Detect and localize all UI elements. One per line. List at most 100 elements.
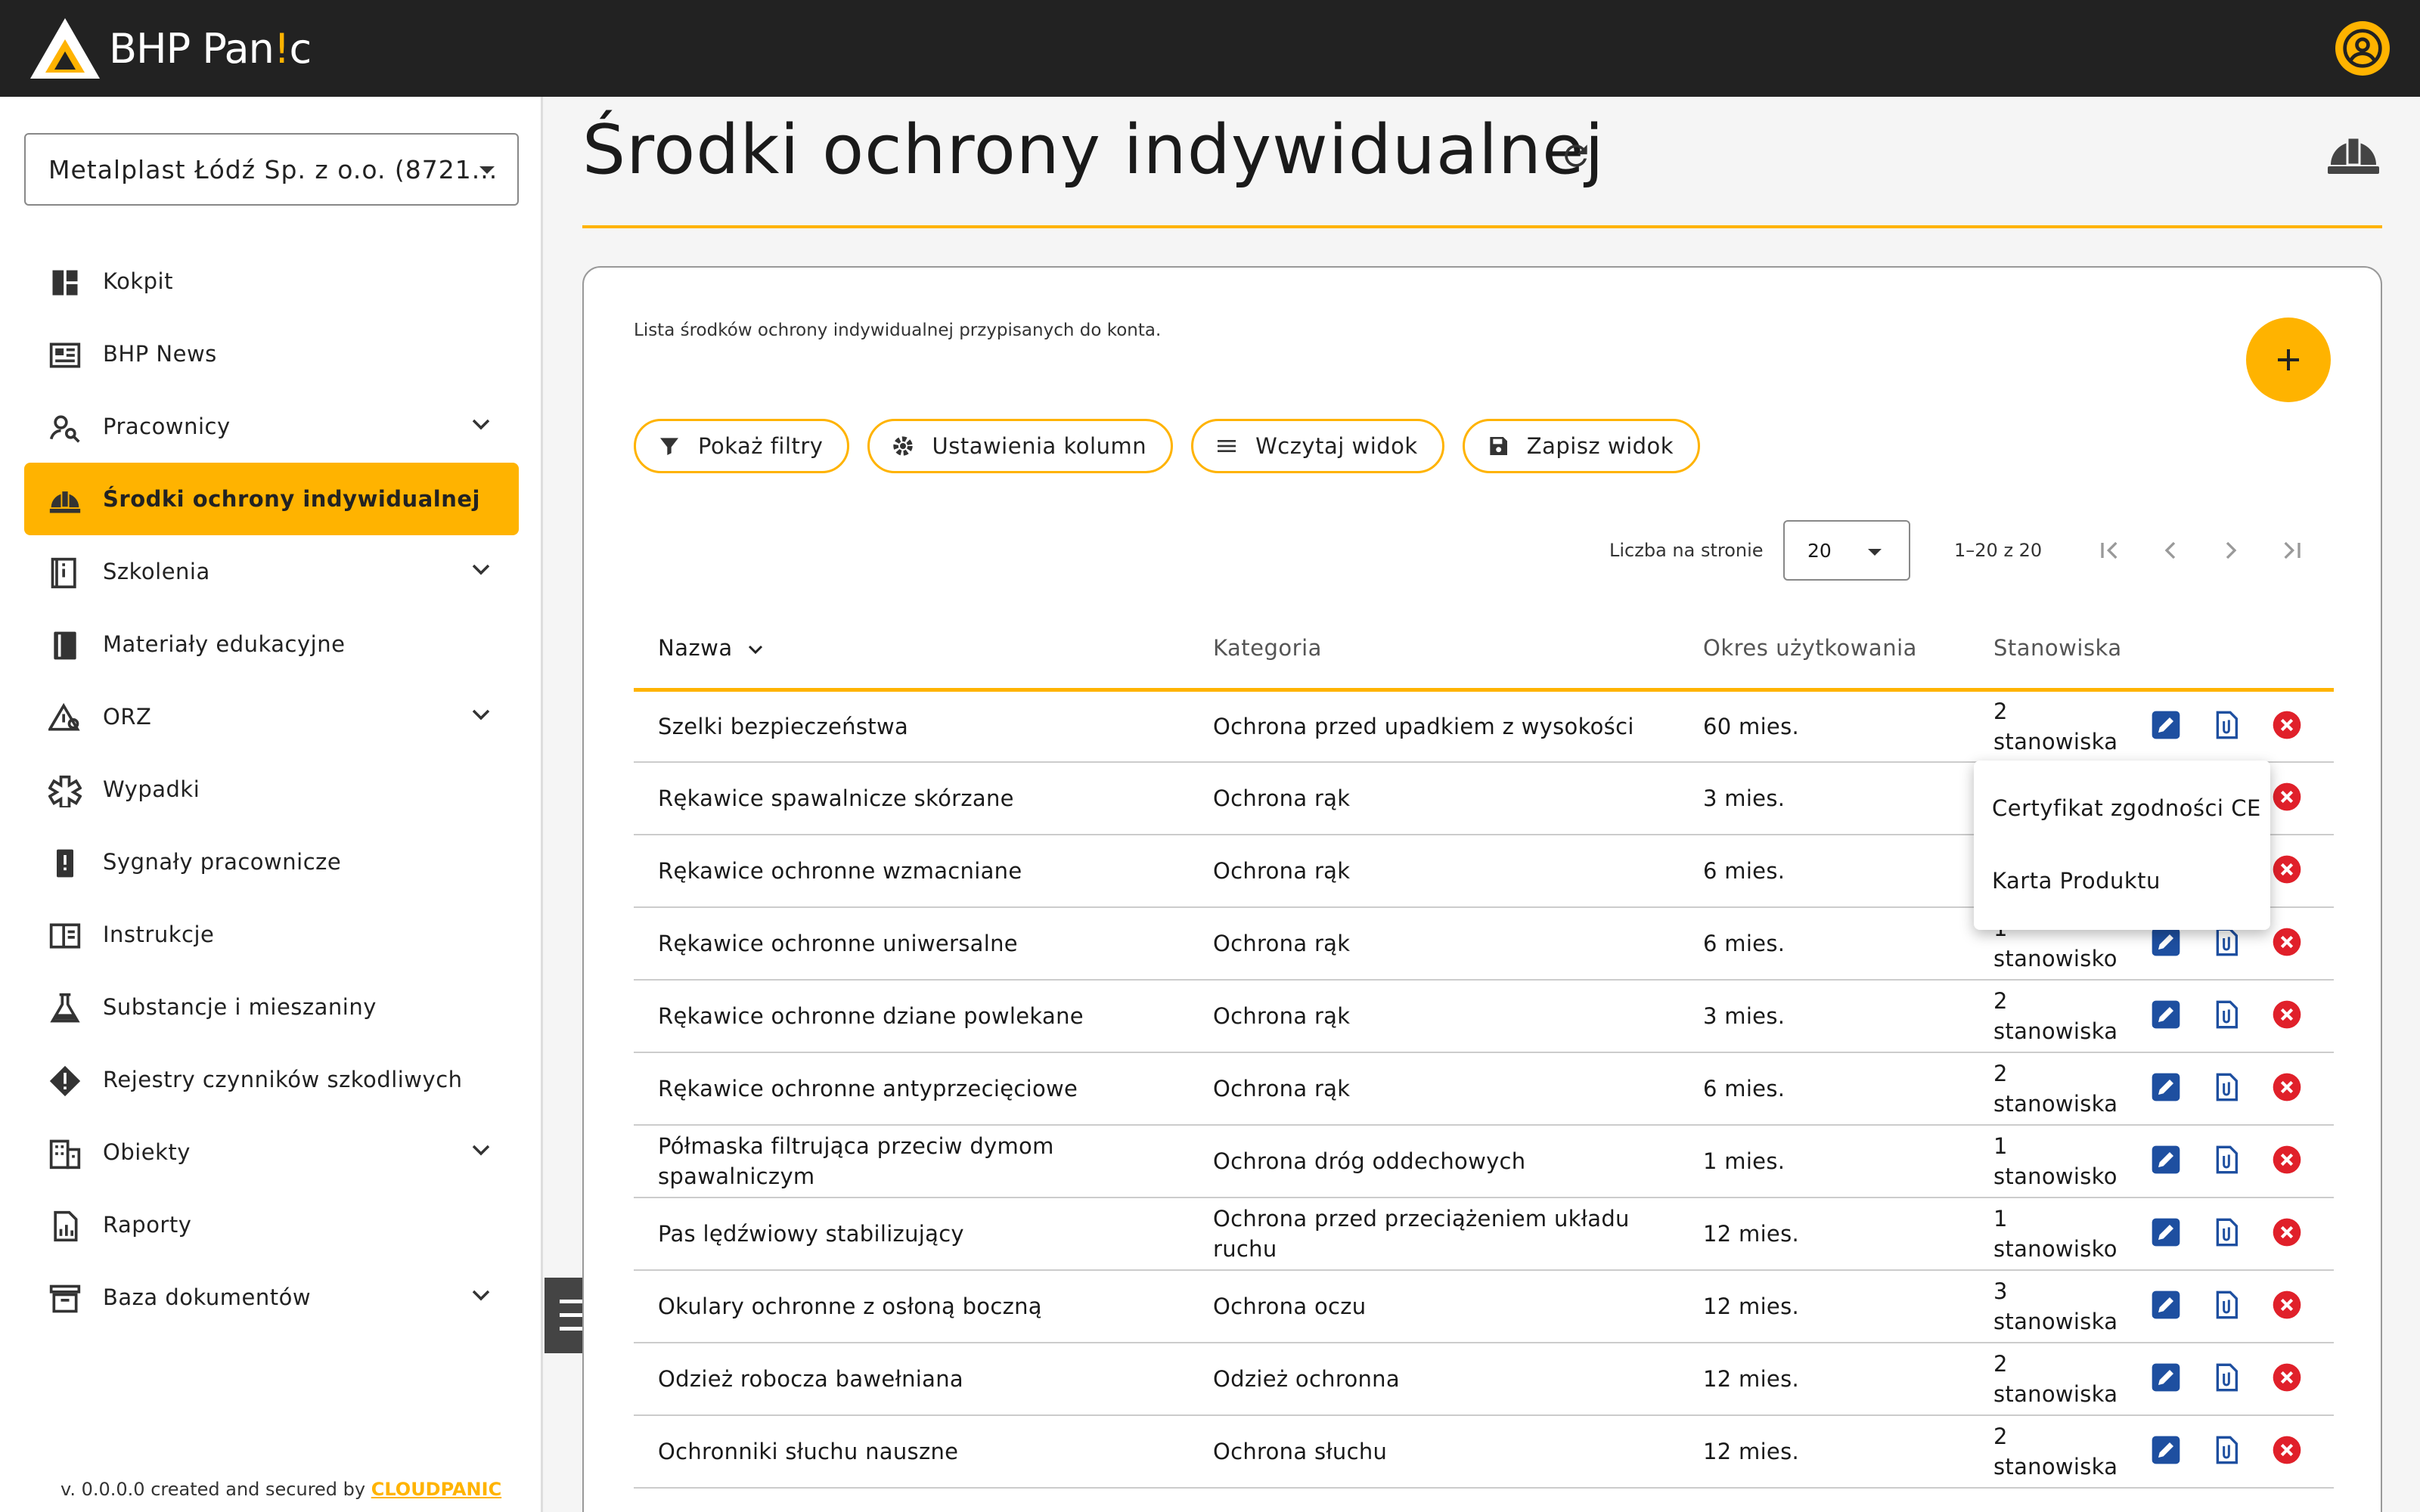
sidebar-item[interactable]: Kokpit [24, 245, 519, 318]
sidebar-item[interactable]: Raporty [24, 1188, 519, 1261]
warning-icon [49, 1065, 81, 1097]
attachment-file-icon [2216, 1290, 2238, 1319]
save-view-button[interactable]: Zapisz widok [1462, 419, 1701, 473]
sidebar-item[interactable]: Szkolenia [24, 535, 519, 608]
prev-page-icon[interactable] [2155, 535, 2186, 565]
attachments-button[interactable] [2196, 1145, 2257, 1178]
attachments-button[interactable] [2196, 1435, 2257, 1468]
news-icon [49, 342, 81, 368]
cell-name: Odzież robocza bawełniana [634, 1343, 1189, 1416]
edit-button[interactable] [2136, 1290, 2196, 1323]
attachment-file-icon [2216, 1073, 2238, 1101]
sidebar-item[interactable]: Wypadki [24, 753, 519, 826]
table-row[interactable]: Odzież robocza bawełniana Odzież ochronna… [634, 1343, 2334, 1416]
delete-button[interactable] [2257, 1217, 2317, 1250]
sidebar-item[interactable]: Rejestry czynników szkodliwych [24, 1043, 519, 1116]
attachments-button[interactable] [2196, 999, 2257, 1033]
last-page-icon[interactable] [2276, 535, 2307, 565]
refresh-icon[interactable] [1559, 139, 1593, 172]
delete-button[interactable] [2257, 1072, 2317, 1105]
sidebar-item-label: Substancje i mieszaniny [103, 994, 377, 1020]
edit-icon [2152, 1073, 2180, 1101]
column-settings-button[interactable]: Ustawienia kolumn [867, 419, 1174, 473]
table-row[interactable]: Pas lędźwiowy stabilizujący Ochrona przed… [634, 1198, 2334, 1271]
sidebar-item-label: BHP News [103, 341, 217, 367]
add-item-button[interactable] [2246, 318, 2331, 402]
sidebar-item[interactable]: BHP News [24, 318, 519, 390]
chevron-down-icon[interactable] [470, 1143, 492, 1158]
menu-item-ce-certificate[interactable]: Certyfikat zgodności CE [1992, 795, 2261, 821]
vendor-link[interactable]: CLOUDPANIC [371, 1479, 501, 1500]
edit-button[interactable] [2136, 710, 2196, 743]
table-row[interactable]: Okulary ochronne z osłoną boczną Ochrona … [634, 1270, 2334, 1343]
cell-category: Ochrona przed przeciążeniem układu ruchu [1189, 1198, 1679, 1271]
edit-icon [2152, 1145, 2180, 1174]
attachments-button[interactable] [2196, 1362, 2257, 1396]
delete-button[interactable] [2257, 1290, 2317, 1323]
edit-button[interactable] [2136, 999, 2196, 1033]
attachments-button[interactable] [2196, 1290, 2257, 1323]
sidebar-item[interactable]: ORZ [24, 680, 519, 753]
edit-button[interactable] [2136, 1145, 2196, 1178]
page-title: Środki ochrony indywidualnej [582, 110, 1605, 190]
sidebar-item[interactable]: Obiekty [24, 1116, 519, 1188]
column-header-period[interactable]: Okres użytkowania [1679, 608, 1969, 692]
edit-button[interactable] [2136, 1072, 2196, 1105]
app-brand: BHP Pan!c [109, 24, 312, 73]
attachments-button[interactable] [2196, 927, 2257, 960]
user-account-button[interactable] [2335, 21, 2390, 76]
next-page-icon[interactable] [2216, 535, 2246, 565]
per-page-select[interactable]: 20 [1783, 520, 1910, 581]
sidebar-item[interactable]: Środki ochrony indywidualnej [24, 463, 519, 535]
column-header-name[interactable]: Nazwa [634, 608, 1189, 692]
alert-icon [57, 849, 73, 878]
cell-actions [2136, 1052, 2334, 1126]
menu-item-product-card[interactable]: Karta Produktu [1992, 868, 2161, 894]
table-row[interactable]: Rękawice ochronne antyprzecięciowe Ochron… [634, 1052, 2334, 1126]
edit-button[interactable] [2136, 927, 2196, 960]
edit-button[interactable] [2136, 1435, 2196, 1468]
sidebar-item-label: Sygnały pracownicze [103, 849, 342, 875]
sidebar-item[interactable]: Pracownicy [24, 390, 519, 463]
sidebar-item[interactable]: Substancje i mieszaniny [24, 971, 519, 1043]
attachments-button[interactable] [2196, 1217, 2257, 1250]
app-logo[interactable]: BHP Pan!c [29, 17, 312, 80]
delete-button[interactable] [2257, 1145, 2317, 1178]
load-view-button[interactable]: Wczytaj widok [1191, 419, 1444, 473]
delete-button[interactable] [2257, 1435, 2317, 1468]
chevron-down-icon[interactable] [470, 1288, 492, 1303]
cell-category: Ochrona rąk [1189, 762, 1679, 835]
attachments-button[interactable] [2196, 1072, 2257, 1105]
cell-positions: 2 stanowiska [1969, 1343, 2136, 1416]
show-filters-button[interactable]: Pokaż filtry [634, 419, 850, 473]
cell-positions: 1 stanowisko [1969, 1198, 2136, 1271]
cell-period: 1 mies. [1679, 1125, 1969, 1198]
edit-button[interactable] [2136, 1362, 2196, 1396]
edit-icon [2152, 1218, 2180, 1247]
cell-category: Ochrona słuchu [1189, 1415, 1679, 1489]
chevron-down-icon[interactable] [470, 708, 492, 723]
sidebar-item[interactable]: Sygnały pracownicze [24, 826, 519, 898]
delete-button[interactable] [2257, 1362, 2317, 1396]
edit-button[interactable] [2136, 1217, 2196, 1250]
sidebar-item-label: ORZ [103, 704, 152, 730]
table-row[interactable]: Rękawice ochronne dziane powlekane Ochron… [634, 980, 2334, 1053]
table-row[interactable]: Szelki bezpieczeństwa Ochrona przed upadk… [634, 689, 2334, 763]
attachments-button[interactable] [2196, 710, 2257, 743]
table-row[interactable]: Półmaska filtrująca przeciw dymom spawal… [634, 1125, 2334, 1198]
archive-icon [49, 1284, 81, 1313]
delete-button[interactable] [2257, 999, 2317, 1033]
delete-button[interactable] [2257, 927, 2317, 960]
column-header-category[interactable]: Kategoria [1189, 608, 1679, 692]
sidebar-item[interactable]: Baza dokumentów [24, 1261, 519, 1334]
sidebar-item[interactable]: Materiały edukacyjne [24, 608, 519, 680]
chevron-down-icon[interactable] [470, 417, 492, 432]
sidebar-item-label: Wypadki [103, 776, 200, 802]
table-row[interactable]: Ochronniki słuchu nauszne Ochrona słuchu 1… [634, 1415, 2334, 1489]
sidebar-item[interactable]: Instrukcje [24, 898, 519, 971]
column-header-positions[interactable]: Stanowiska [1969, 608, 2136, 692]
chevron-down-icon[interactable] [470, 562, 492, 578]
first-page-icon[interactable] [2095, 535, 2125, 565]
delete-button[interactable] [2257, 710, 2317, 743]
company-select[interactable]: Metalplast Łódź Sp. z o.o. (8721... [24, 133, 519, 206]
